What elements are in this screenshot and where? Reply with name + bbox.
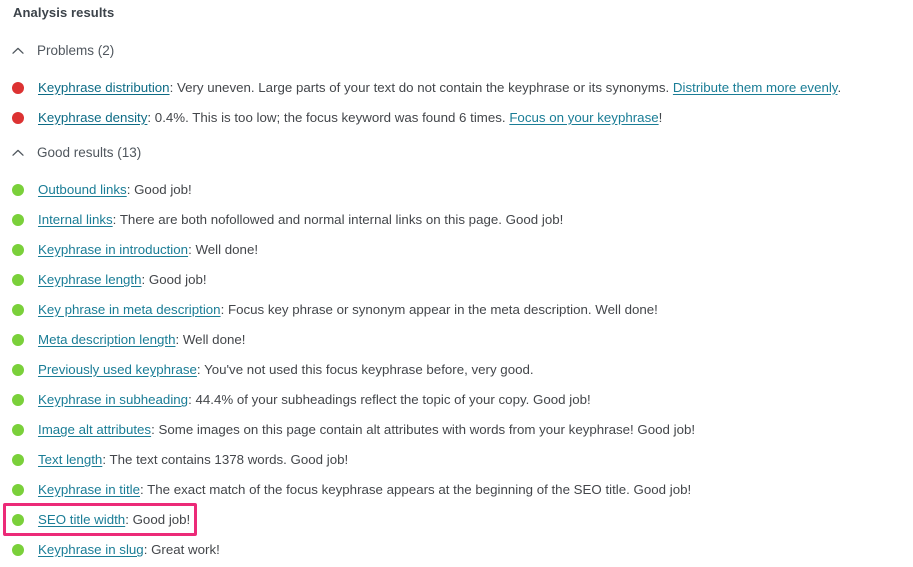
result-row: Keyphrase in slug: Great work! [12, 541, 220, 559]
status-bullet-good-icon [12, 424, 24, 436]
result-description: The exact match of the focus keyphrase a… [147, 482, 692, 497]
result-description: Great work! [151, 542, 220, 557]
result-description: 44.4% of your subheadings reflect the to… [195, 392, 591, 407]
result-row: Meta description length: Well done! [12, 331, 245, 349]
status-bullet-good-icon [12, 334, 24, 346]
result-text: Meta description length: Well done! [38, 331, 245, 349]
result-description: 0.4%. This is too low; the focus keyword… [154, 110, 510, 125]
result-link[interactable]: Image alt attributes [38, 422, 151, 437]
status-bullet-good-icon [12, 274, 24, 286]
result-text: Keyphrase in introduction: Well done! [38, 241, 258, 259]
result-text: Keyphrase distribution: Very uneven. Lar… [38, 79, 841, 97]
result-link[interactable]: Keyphrase density [38, 110, 147, 125]
result-link[interactable]: Keyphrase distribution [38, 80, 170, 95]
result-link[interactable]: Keyphrase in introduction [38, 242, 188, 257]
result-row: Previously used keyphrase: You've not us… [12, 361, 534, 379]
result-text: Key phrase in meta description: Focus ke… [38, 301, 658, 319]
result-text: Keyphrase density: 0.4%. This is too low… [38, 109, 662, 127]
result-description: Focus key phrase or synonym appear in th… [227, 302, 658, 317]
result-link[interactable]: Keyphrase in title [38, 482, 140, 497]
status-bullet-good-icon [12, 394, 24, 406]
result-separator: : [126, 182, 135, 197]
result-text: Keyphrase in subheading: 44.4% of your s… [38, 391, 591, 409]
result-link[interactable]: Keyphrase in slug [38, 542, 144, 557]
status-bullet-good-icon [12, 514, 24, 526]
section-header-good-results[interactable]: Good results (13) [10, 145, 141, 161]
result-separator: : [147, 110, 155, 125]
result-separator: : [141, 272, 149, 287]
result-description: Good job! [148, 272, 207, 287]
result-suffix: . [837, 80, 842, 95]
result-row: Keyphrase density: 0.4%. This is too low… [12, 109, 662, 127]
status-bullet-good-icon [12, 304, 24, 316]
result-separator: : [125, 512, 133, 527]
result-separator: : [196, 362, 205, 377]
result-row: Key phrase in meta description: Focus ke… [12, 301, 658, 319]
page-title: Analysis results [13, 5, 115, 20]
chevron-up-icon [10, 43, 26, 59]
status-bullet-good-icon [12, 214, 24, 226]
result-row: Keyphrase in introduction: Well done! [12, 241, 258, 259]
result-row: Keyphrase in subheading: 44.4% of your s… [12, 391, 591, 409]
status-bullet-good-icon [12, 454, 24, 466]
result-cta-link[interactable]: Distribute them more evenly [673, 80, 838, 95]
status-bullet-bad-icon [12, 82, 24, 94]
section-label-good-results: Good results (13) [37, 145, 142, 160]
result-text: Keyphrase length: Good job! [38, 271, 207, 289]
result-link[interactable]: Previously used keyphrase [38, 362, 197, 377]
result-suffix: ! [658, 110, 663, 125]
result-row: Keyphrase length: Good job! [12, 271, 207, 289]
result-description: Very uneven. Large parts of your text do… [176, 80, 673, 95]
result-row: Keyphrase in title: The exact match of t… [12, 481, 691, 499]
status-bullet-good-icon [12, 364, 24, 376]
result-text: Keyphrase in slug: Great work! [38, 541, 220, 559]
result-cta-link[interactable]: Focus on your keyphrase [509, 110, 658, 125]
status-bullet-good-icon [12, 484, 24, 496]
status-bullet-bad-icon [12, 112, 24, 124]
result-description: There are both nofollowed and normal int… [119, 212, 564, 227]
result-separator: : [169, 80, 177, 95]
result-description: Well done! [195, 242, 259, 257]
status-bullet-good-icon [12, 244, 24, 256]
result-row: Internal links: There are both nofollowe… [12, 211, 563, 229]
result-link[interactable]: Internal links [38, 212, 113, 227]
result-separator: : [175, 332, 183, 347]
result-link[interactable]: Keyphrase in subheading [38, 392, 188, 407]
result-separator: : [112, 212, 120, 227]
section-label-problems: Problems (2) [37, 43, 115, 58]
section-header-problems[interactable]: Problems (2) [10, 43, 114, 59]
result-row: Keyphrase distribution: Very uneven. Lar… [12, 79, 841, 97]
result-link[interactable]: Keyphrase length [38, 272, 142, 287]
result-description: You've not used this focus keyphrase bef… [204, 362, 534, 377]
result-description: Good job! [132, 512, 191, 527]
result-link[interactable]: SEO title width [38, 512, 125, 527]
result-link[interactable]: Key phrase in meta description [38, 302, 221, 317]
result-row-seo-title-width: SEO title width: Good job! [12, 511, 190, 529]
result-text: SEO title width: Good job! [38, 511, 190, 529]
result-link[interactable]: Text length [38, 452, 102, 467]
result-description: The text contains 1378 words. Good job! [109, 452, 349, 467]
result-row: Image alt attributes: Some images on thi… [12, 421, 695, 439]
result-row: Text length: The text contains 1378 word… [12, 451, 348, 469]
result-separator: : [220, 302, 228, 317]
result-separator: : [143, 542, 152, 557]
result-text: Text length: The text contains 1378 word… [38, 451, 348, 469]
result-text: Outbound links: Good job! [38, 181, 192, 199]
status-bullet-good-icon [12, 184, 24, 196]
result-row: Outbound links: Good job! [12, 181, 192, 199]
analysis-results-panel: Analysis results Problems (2) Good resul… [0, 0, 913, 567]
result-text: Previously used keyphrase: You've not us… [38, 361, 534, 379]
status-bullet-good-icon [12, 544, 24, 556]
result-text: Internal links: There are both nofollowe… [38, 211, 563, 229]
chevron-up-icon [10, 145, 26, 161]
result-text: Image alt attributes: Some images on thi… [38, 421, 695, 439]
result-text: Keyphrase in title: The exact match of t… [38, 481, 691, 499]
result-description: Some images on this page contain alt att… [158, 422, 696, 437]
result-link[interactable]: Meta description length [38, 332, 175, 347]
result-description: Well done! [182, 332, 246, 347]
result-description: Good job! [134, 182, 192, 197]
result-link[interactable]: Outbound links [38, 182, 127, 197]
